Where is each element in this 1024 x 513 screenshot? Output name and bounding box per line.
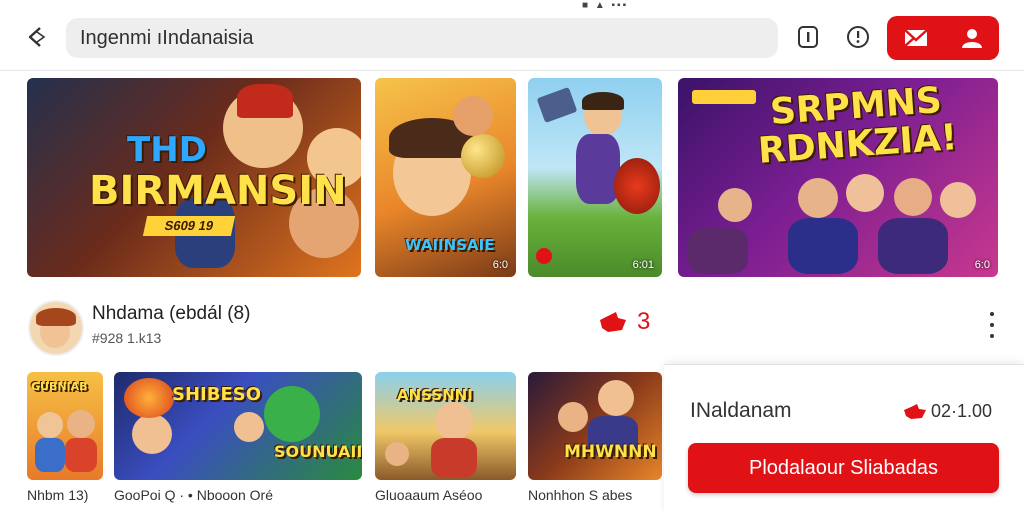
featured-video-1[interactable]: THD BIRMANSIN S609 19 — [27, 78, 361, 277]
status-indicators: ■ ▲ ▪▪▪ — [582, 0, 629, 11]
video-subtitle: SOUNUAII — [274, 442, 362, 461]
video-caption[interactable]: Nonhhon S abes — [528, 487, 632, 503]
like-count: 3 — [637, 308, 651, 335]
duration-label: 6:0 — [492, 259, 508, 271]
video-caption[interactable]: Gluoaaum Aséoo — [375, 487, 482, 503]
panel-price: 02·1.00 — [902, 401, 992, 422]
video-caption[interactable]: Nhbm 13) — [27, 487, 88, 503]
search-input[interactable]: Ingenmi ıIndanaisia — [66, 18, 778, 58]
featured-title-line2: BIRMANSIN — [89, 168, 347, 214]
subscribe-button[interactable]: Plodalaour Sliabadas — [688, 443, 999, 493]
featured-title-line1: THD — [127, 130, 207, 170]
video-title: GUBNIAB — [31, 380, 88, 393]
video-thumb-1[interactable]: GUBNIAB — [27, 372, 103, 480]
clock-icon[interactable] — [843, 22, 873, 52]
channel-subtitle: #928 1.k13 — [92, 330, 162, 346]
thumbs-up-icon — [904, 403, 926, 419]
featured-title: WAIINSAIE — [405, 236, 495, 254]
thumbs-up-icon[interactable] — [598, 310, 628, 341]
video-title: SHIBESO — [172, 384, 262, 405]
panel-title: INaldanam — [690, 399, 792, 422]
featured-video-3[interactable]: 6:01 — [528, 78, 662, 277]
featured-video-2[interactable]: WAIINSAIE 6:0 — [375, 78, 516, 277]
video-title: ANSSNNI — [397, 386, 473, 404]
featured-video-4[interactable]: SRPMNS RDNKZIA! 6:0 — [678, 78, 998, 277]
video-title: MHWNNN — [564, 442, 657, 462]
user-icon[interactable] — [960, 26, 984, 50]
flag-icon[interactable] — [903, 27, 929, 49]
video-thumb-2[interactable]: SHIBESO SOUNUAII — [114, 372, 362, 480]
featured-tag: S609 19 — [142, 216, 236, 236]
video-thumb-4[interactable]: MHWNNN — [528, 372, 662, 480]
back-arrow-icon[interactable] — [22, 22, 52, 52]
info-icon[interactable] — [793, 22, 823, 52]
account-button[interactable] — [887, 16, 999, 60]
duration-label: 6:0 — [974, 259, 990, 271]
duration-label: 6:01 — [632, 259, 654, 271]
channel-avatar[interactable] — [28, 300, 84, 356]
channel-name[interactable]: Nhdama (ebdál (8) — [92, 303, 250, 325]
top-bar: ■ ▲ ▪▪▪ Ingenmi ıIndanaisia — [0, 0, 1024, 71]
video-thumb-3[interactable]: ANSSNNI — [375, 372, 516, 480]
more-options-icon[interactable] — [988, 312, 996, 338]
video-caption[interactable]: GooPoi Q · • Nbooon Oré — [114, 487, 273, 503]
price-value: 02·1.00 — [931, 401, 993, 421]
subscribe-panel: INaldanam 02·1.00 Plodalaour Sliabadas — [664, 364, 1024, 513]
search-query: Ingenmi ıIndanaisia — [80, 27, 254, 49]
